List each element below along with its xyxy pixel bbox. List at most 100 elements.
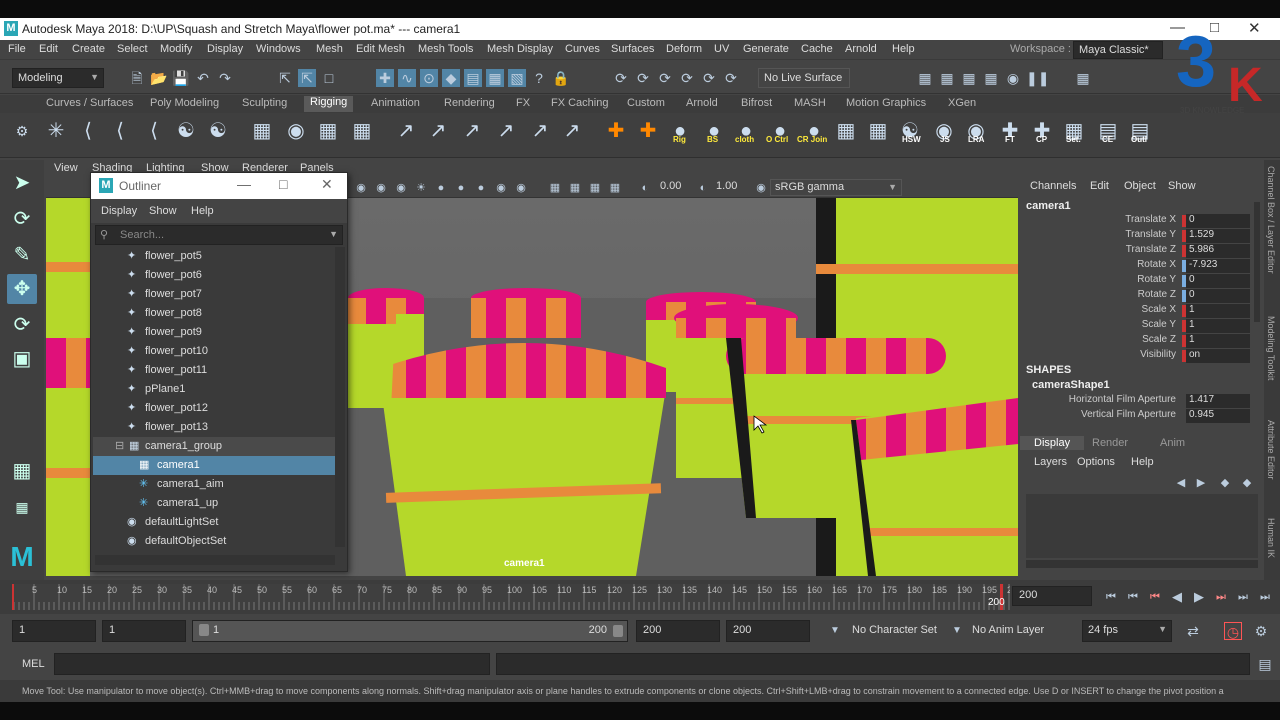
- layer-menu-layers[interactable]: Layers: [1034, 456, 1067, 468]
- render-current-icon[interactable]: ▦: [916, 69, 934, 87]
- outliner-item[interactable]: ✦ flower_pot5: [93, 247, 335, 266]
- pause-icon[interactable]: ❚❚: [1026, 69, 1049, 87]
- channel-tab-show[interactable]: Show: [1168, 180, 1196, 192]
- menu-create[interactable]: Create: [72, 43, 105, 55]
- joint-tool-icon[interactable]: ✳: [42, 117, 70, 145]
- quick-rig-icon[interactable]: ☯: [204, 117, 232, 145]
- live-surface-field[interactable]: No Live Surface: [758, 68, 850, 88]
- minimize-icon[interactable]: —: [237, 176, 251, 192]
- menu-mesh[interactable]: Mesh: [316, 43, 343, 55]
- color-space-dropdown[interactable]: sRGB gamma ▼: [770, 179, 902, 196]
- outliner-item[interactable]: ▦ camera1: [93, 456, 335, 475]
- menu-edit[interactable]: Edit: [39, 43, 58, 55]
- collapse-icon[interactable]: ⊟: [115, 439, 124, 452]
- shelf-tab-custom[interactable]: Custom: [627, 97, 665, 109]
- channel-box-scrollbar[interactable]: [1254, 202, 1260, 322]
- select-component-icon[interactable]: □: [320, 69, 338, 87]
- select-hierarchy-icon[interactable]: ⇱: [276, 69, 294, 87]
- channel-tab-edit[interactable]: Edit: [1090, 180, 1109, 192]
- vp-menu-view[interactable]: View: [54, 162, 78, 174]
- dof-icon[interactable]: ◉: [512, 179, 530, 197]
- channel-value[interactable]: 0: [1186, 214, 1250, 228]
- textured-icon[interactable]: ◉: [392, 179, 410, 197]
- layer-menu-options[interactable]: Options: [1077, 456, 1115, 468]
- channel-tab-channels[interactable]: Channels: [1030, 180, 1076, 192]
- outliner-item[interactable]: ⊟ ▦ camera1_group: [93, 437, 335, 456]
- exposure-icon[interactable]: ◐: [636, 179, 654, 197]
- menu-uv[interactable]: UV: [714, 43, 729, 55]
- step-back-icon[interactable]: ⏮: [1124, 588, 1142, 606]
- bind-skin-icon[interactable]: ⟨: [140, 117, 168, 145]
- new-layer-selected-icon[interactable]: ◆: [1238, 474, 1256, 492]
- channel-tab-object[interactable]: Object: [1124, 180, 1156, 192]
- outliner-item[interactable]: ✦ flower_pot6: [93, 266, 335, 285]
- exposure-field[interactable]: 0.00: [654, 179, 687, 196]
- side-tab-modeling-toolkit[interactable]: Modeling Toolkit: [1266, 316, 1276, 380]
- open-scene-icon[interactable]: 📂: [150, 69, 168, 87]
- character-set-icon[interactable]: ▼: [826, 622, 844, 640]
- mirror-icon[interactable]: ▦: [832, 117, 860, 145]
- history-icon[interactable]: ⟳: [700, 69, 718, 87]
- gamma-field[interactable]: 1.00: [710, 179, 743, 196]
- snap-surface-icon[interactable]: ▤: [464, 69, 482, 87]
- menu-help[interactable]: Help: [892, 43, 915, 55]
- color-management-icon[interactable]: ◉: [752, 179, 770, 197]
- humanik-icon[interactable]: ☯: [172, 117, 200, 145]
- close-icon[interactable]: ✕: [321, 176, 333, 193]
- outliner-menu-show[interactable]: Show: [149, 205, 177, 217]
- menu-deform[interactable]: Deform: [666, 43, 702, 55]
- side-tab-attribute-editor[interactable]: Attribute Editor: [1266, 420, 1276, 480]
- snap-magnet-icon[interactable]: ?: [530, 69, 548, 87]
- outliner-search-input[interactable]: ⚲ Search... ▼: [95, 225, 343, 245]
- layer-up-icon[interactable]: ◀: [1172, 474, 1190, 492]
- channel-row[interactable]: Rotate Y 0: [1020, 274, 1260, 289]
- shelf-tab-xgen[interactable]: XGen: [948, 97, 976, 109]
- shelf-tab-bifrost[interactable]: Bifrost: [741, 97, 772, 109]
- anim-layer-icon[interactable]: ▼: [948, 622, 966, 640]
- menu-surfaces[interactable]: Surfaces: [611, 43, 654, 55]
- menu-file[interactable]: File: [8, 43, 26, 55]
- time-slider[interactable]: 5 10 15 20 25 30 35 40 45 50 55 60 65 70 75 80 85 90 95 100…: [0, 580, 1280, 614]
- maximize-icon[interactable]: □: [279, 176, 287, 192]
- motion-blur-icon[interactable]: ●: [472, 179, 490, 197]
- layer-menu-help[interactable]: Help: [1131, 456, 1154, 468]
- outliner-vertical-scrollbar[interactable]: [335, 247, 345, 547]
- snap-view-icon[interactable]: ◆: [442, 69, 460, 87]
- layer-scrollbar[interactable]: [1026, 560, 1258, 568]
- move-tool-icon[interactable]: ✥: [7, 274, 37, 304]
- outliner-menu-help[interactable]: Help: [191, 205, 214, 217]
- channel-row[interactable]: Visibility on: [1020, 349, 1260, 364]
- outliner-item[interactable]: ◉ defaultLightSet: [93, 513, 335, 532]
- wireframe-icon[interactable]: ◉: [352, 179, 370, 197]
- outliner-item[interactable]: ✦ flower_pot10: [93, 342, 335, 361]
- soft-select-icon[interactable]: ⟳: [656, 69, 674, 87]
- anim-end-field[interactable]: 200: [726, 620, 810, 642]
- layer-down-icon[interactable]: ▶: [1192, 474, 1210, 492]
- channel-row[interactable]: Scale Z 1: [1020, 334, 1260, 349]
- channel-row[interactable]: Translate Z 5.986: [1020, 244, 1260, 259]
- channel-value[interactable]: 1.529: [1186, 229, 1250, 243]
- loop-icon[interactable]: ⇄: [1184, 622, 1202, 640]
- cmd-language-label[interactable]: MEL: [22, 658, 45, 670]
- channel-value[interactable]: 5.986: [1186, 244, 1250, 258]
- ipr-render-icon[interactable]: ▦: [938, 69, 956, 87]
- outliner-item[interactable]: ✦ flower_pot13: [93, 418, 335, 437]
- shelf-tab-animation[interactable]: Animation: [371, 97, 420, 109]
- outliner-item[interactable]: ◉ defaultObjectSet: [93, 532, 335, 547]
- render-view-icon[interactable]: ▦: [960, 69, 978, 87]
- shelf-tab-mash[interactable]: MASH: [794, 97, 826, 109]
- step-forward-key-icon[interactable]: ⏭: [1212, 588, 1230, 606]
- copy-icon[interactable]: ▦: [864, 117, 892, 145]
- outliner-item[interactable]: ✦ flower_pot8: [93, 304, 335, 323]
- xray-components-icon[interactable]: ▦: [606, 179, 624, 197]
- menu-arnold[interactable]: Arnold: [845, 43, 877, 55]
- paint-select-icon[interactable]: ⟳: [634, 69, 652, 87]
- channel-row[interactable]: Horizontal Film Aperture 1.417: [1020, 394, 1260, 409]
- outliner-horizontal-scrollbar[interactable]: [95, 555, 335, 565]
- channel-value[interactable]: 1: [1186, 334, 1250, 348]
- menu-windows[interactable]: Windows: [256, 43, 301, 55]
- fps-dropdown[interactable]: 24 fps ▼: [1082, 620, 1172, 642]
- shelf-tab-poly-modeling[interactable]: Poly Modeling: [150, 97, 219, 109]
- shelf-tab-fx[interactable]: FX: [516, 97, 530, 109]
- menu-generate[interactable]: Generate: [743, 43, 789, 55]
